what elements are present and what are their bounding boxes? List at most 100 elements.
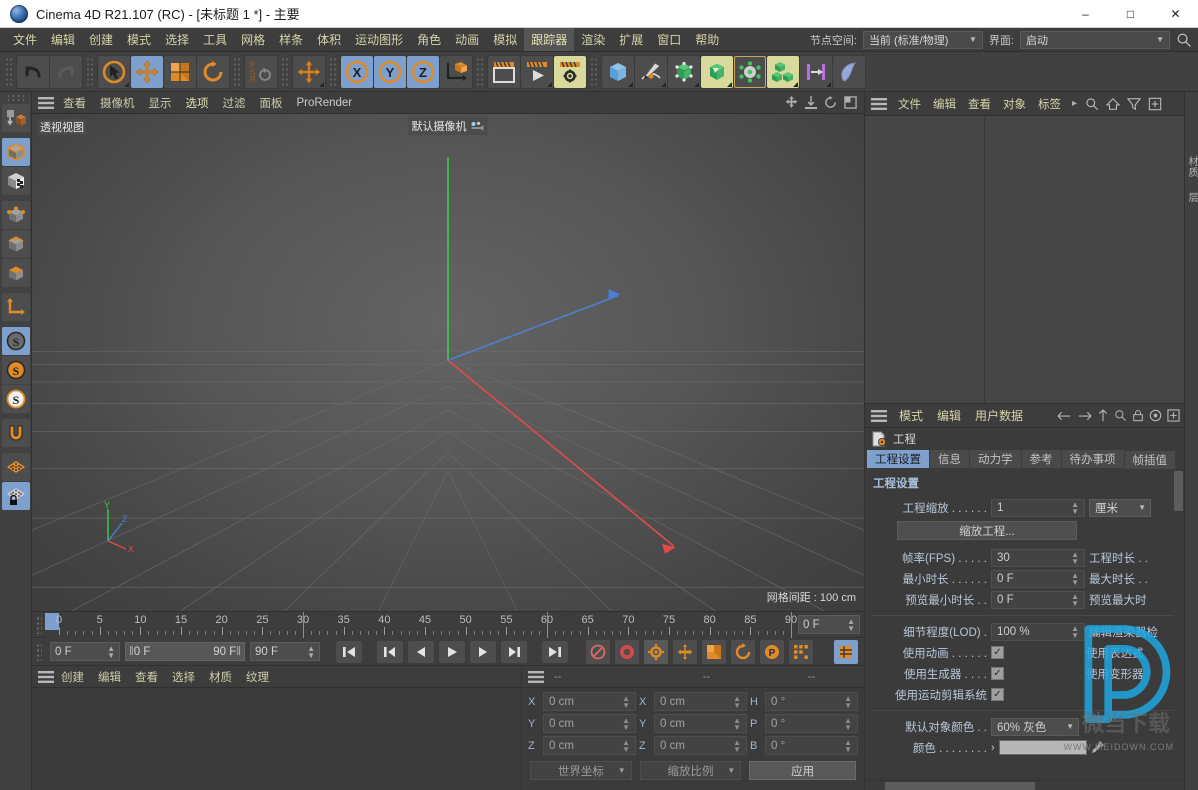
menu-item-3[interactable]: 模式 <box>120 28 158 51</box>
refresh-viewport-icon[interactable] <box>824 96 837 109</box>
scale-project-button[interactable]: 缩放工程... <box>897 521 1077 540</box>
object-axis-mode-button[interactable] <box>1 293 30 321</box>
size-z-field[interactable]: 0 cm ▲ ▼ <box>654 736 747 755</box>
undo-button[interactable] <box>17 55 49 88</box>
texture-mode-button[interactable] <box>1 167 30 195</box>
spinner-icon[interactable]: ▲ ▼ <box>622 716 630 731</box>
toolbar-grip[interactable] <box>476 56 484 87</box>
viewport-menu-item-6[interactable]: ProRender <box>290 95 360 111</box>
move-tool-button[interactable] <box>131 55 163 88</box>
quantize-button[interactable]: S <box>1 385 30 413</box>
object-menu-item-4[interactable]: 标签 <box>1032 94 1067 114</box>
hamburger-icon[interactable] <box>871 409 887 422</box>
left-toolbar-grip[interactable] <box>5 94 26 102</box>
edge-tab-material[interactable]: 材质 <box>1184 156 1198 178</box>
use-animation-checkbox[interactable]: ✓ <box>991 646 1004 659</box>
record-keyframe-button[interactable] <box>644 639 668 664</box>
back-arrow-icon[interactable] <box>1057 410 1072 422</box>
viewport-menu-item-3[interactable]: 选项 <box>179 93 216 113</box>
viewport-menu-item-5[interactable]: 面板 <box>253 93 290 113</box>
go-to-start-button[interactable] <box>336 640 362 663</box>
timeline-grip[interactable] <box>36 615 42 634</box>
toolbar-grip[interactable] <box>86 56 94 87</box>
min-duration-field[interactable]: 0 F ▲ ▼ <box>991 569 1085 588</box>
default-color-select[interactable]: 60% 灰色 ▼ <box>991 717 1079 736</box>
node-space-select[interactable]: 当前 (标准/物理) ▼ <box>862 30 983 49</box>
size-y-field[interactable]: 0 cm ▲ ▼ <box>654 714 747 733</box>
rotation-b-field[interactable]: 0 ° ▲ ▼ <box>765 736 858 755</box>
attribute-tab-0[interactable]: 工程设置 <box>867 450 929 468</box>
menu-item-6[interactable]: 网格 <box>234 28 272 51</box>
toolbar-grip[interactable] <box>329 56 337 87</box>
key-rotation-button[interactable] <box>731 639 755 664</box>
lock-workplane-button[interactable] <box>1 482 30 510</box>
menu-item-4[interactable]: 选择 <box>158 28 196 51</box>
move-viewport-icon[interactable] <box>785 96 798 109</box>
scale-tool-button[interactable] <box>164 55 196 88</box>
menu-item-12[interactable]: 模拟 <box>486 28 524 51</box>
psr-tool-button[interactable]: PSR <box>245 55 277 88</box>
position-y-field[interactable]: 0 cm ▲ ▼ <box>543 714 636 733</box>
maximize-button[interactable]: □ <box>1108 0 1153 28</box>
spinner-icon[interactable]: ▲ ▼ <box>847 617 855 632</box>
lod-field[interactable]: 100 % ▲ ▼ <box>991 622 1085 641</box>
world-coordinate-system-button[interactable] <box>440 55 472 88</box>
material-menu-item-5[interactable]: 纹理 <box>239 667 276 687</box>
viewport-menu-item-0[interactable]: 查看 <box>56 93 93 113</box>
menu-item-11[interactable]: 动画 <box>448 28 486 51</box>
preview-min-field[interactable]: 0 F ▲ ▼ <box>991 590 1085 609</box>
rotation-h-field[interactable]: 0 ° ▲ ▼ <box>765 692 858 711</box>
attribute-tab-2[interactable]: 动力学 <box>970 450 1021 468</box>
menu-item-13[interactable]: 跟踪器 <box>524 28 575 51</box>
add-mograph-button[interactable] <box>767 55 799 88</box>
viewport-3d[interactable]: 透视视图 默认摄像机 网格间距 : 100 cm Y X Z <box>32 114 864 611</box>
spinner-icon[interactable]: ▲ ▼ <box>844 738 852 753</box>
point-mode-button[interactable] <box>1 201 30 229</box>
search-icon[interactable] <box>1114 409 1127 422</box>
model-mode-button[interactable] <box>1 138 30 166</box>
spinner-icon[interactable]: ▲ ▼ <box>1071 624 1079 639</box>
target-icon[interactable] <box>1149 409 1162 422</box>
attribute-scrollbar-horizontal[interactable] <box>865 780 1184 790</box>
coordinate-system-select[interactable]: 世界坐标 ▼ <box>530 761 632 780</box>
forward-arrow-icon[interactable] <box>1077 410 1092 422</box>
spinner-icon[interactable]: ▲ ▼ <box>307 644 315 659</box>
spinner-icon[interactable]: ▲ ▼ <box>733 694 741 709</box>
menu-item-5[interactable]: 工具 <box>196 28 234 51</box>
spinner-icon[interactable]: ▲ ▼ <box>622 694 630 709</box>
position-x-field[interactable]: 0 cm ▲ ▼ <box>543 692 636 711</box>
scale-mode-select[interactable]: 缩放比例 ▼ <box>639 761 742 780</box>
play-button[interactable] <box>439 640 465 663</box>
menu-item-1[interactable]: 编辑 <box>44 28 82 51</box>
material-menu-item-3[interactable]: 选择 <box>165 667 202 687</box>
magnet-tool-button[interactable] <box>1 419 30 447</box>
step-back-button[interactable] <box>408 640 434 663</box>
workplane-button[interactable] <box>1 453 30 481</box>
object-menu-item-3[interactable]: 对象 <box>997 94 1032 114</box>
toolbar-grip[interactable] <box>233 56 241 87</box>
enable-snap-button[interactable]: S <box>1 356 30 384</box>
spinner-icon[interactable]: ▲ ▼ <box>844 694 852 709</box>
spinner-icon[interactable]: ▲ ▼ <box>1071 500 1079 515</box>
add-icon[interactable] <box>1167 409 1180 422</box>
key-scale-button[interactable] <box>702 639 726 664</box>
toolbar-grip[interactable] <box>281 56 289 87</box>
menu-item-14[interactable]: 渲染 <box>574 28 612 51</box>
edge-tab-layer[interactable]: 层 <box>1184 192 1198 203</box>
add-icon[interactable] <box>1148 97 1162 111</box>
object-list[interactable] <box>865 116 1184 403</box>
add-generator-button[interactable] <box>668 55 700 88</box>
spinner-icon[interactable]: ▲ ▼ <box>1071 592 1079 607</box>
material-menu-item-0[interactable]: 创建 <box>54 667 91 687</box>
key-position-button[interactable] <box>673 639 697 664</box>
add-deformer-button[interactable] <box>701 55 733 88</box>
material-menu-item-2[interactable]: 查看 <box>128 667 165 687</box>
interface-select[interactable]: 启动 ▼ <box>1020 30 1170 49</box>
hamburger-icon[interactable] <box>38 96 54 109</box>
hamburger-icon[interactable] <box>871 97 887 110</box>
polygon-mode-button[interactable] <box>1 259 30 287</box>
timeline-toggle-button[interactable] <box>834 639 858 664</box>
object-menu-item-2[interactable]: 查看 <box>962 94 997 114</box>
attribute-tab-4[interactable]: 待办事项 <box>1061 450 1124 468</box>
record-loop-button[interactable] <box>586 639 610 664</box>
